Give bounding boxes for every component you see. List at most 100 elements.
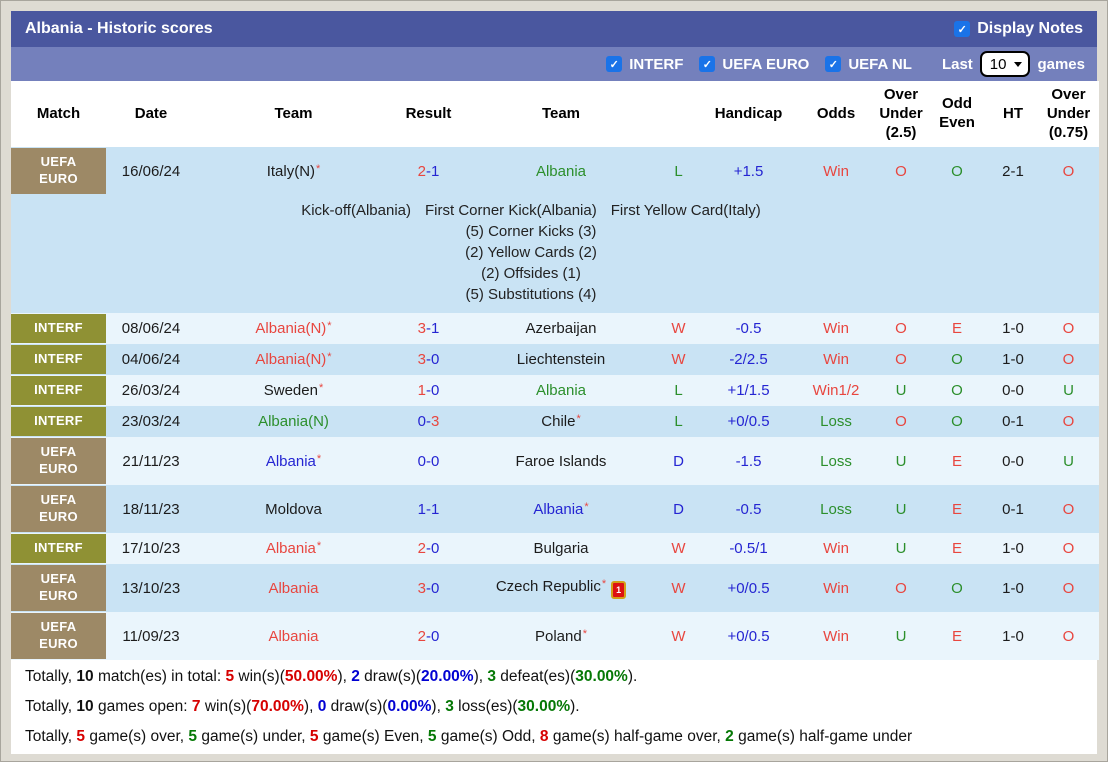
odd-even-cell-value: E [951, 320, 962, 338]
display-notes-checkbox-icon[interactable] [954, 21, 971, 37]
summary-segment: 30.00% [575, 668, 628, 686]
home-advantage-star: * [327, 351, 332, 364]
odd-even-cell: E [926, 612, 988, 660]
league-badge-line: UEFA [40, 571, 77, 587]
interf-checkbox-icon[interactable] [606, 56, 623, 72]
games-label: games [1037, 55, 1085, 73]
result-away-score: 0 [431, 452, 440, 470]
ht-cell: 1-0 [988, 533, 1038, 564]
odds-cell-value: Loss [820, 500, 852, 518]
over-under-25-cell: O [876, 147, 926, 195]
result-cell: 2-0 [391, 612, 466, 660]
summary-segment: ), [431, 698, 446, 716]
result-cell: 3-1 [391, 313, 466, 344]
table-row: INTERF 26/03/24 Sweden* 1-0 Albania L +1/1.5 Wi… [11, 375, 1099, 407]
ht-cell: 1-0 [988, 313, 1038, 344]
league-badge-line: INTERF [34, 351, 83, 367]
summary-segment: loss(es)( [453, 698, 518, 716]
odd-even-cell-value: O [951, 413, 963, 431]
match-badge-cell: UEFA EURO [11, 564, 106, 612]
team-name: Bulgaria [533, 540, 589, 558]
league-badge: INTERF [11, 534, 106, 564]
result-home-score: 0 [417, 452, 426, 470]
summary-segment: ). [627, 668, 638, 686]
match-notes-row: Kick-off(Albania) First Corner Kick(Alban… [11, 195, 1099, 314]
ht-score: 1-0 [1002, 579, 1024, 597]
odds-cell: Loss [796, 437, 876, 485]
odd-even-cell: E [926, 533, 988, 564]
wld-cell: L [656, 147, 701, 195]
table-row: INTERF 08/06/24 Albania(N)* 3-1 Azerbaijan W -… [11, 313, 1099, 345]
result-home-score: 3 [417, 351, 426, 369]
page-title: Albania - Historic scores [25, 20, 213, 37]
team-name: Albania(N) [255, 320, 327, 338]
home-team-cell: Albania* [196, 533, 391, 564]
games-count-select[interactable]: 10 [979, 51, 1031, 77]
result-away-score: 1 [431, 320, 440, 338]
col-header-over-under-25: Over Under (2.5) [879, 86, 923, 141]
league-badge-line: EURO [39, 461, 78, 477]
summary-segment: 5 [427, 728, 437, 746]
match-date: 16/06/24 [121, 162, 181, 180]
uefa-euro-checkbox-icon[interactable] [699, 56, 716, 72]
ht-cell: 2-1 [988, 147, 1038, 195]
date-cell: 16/06/24 [106, 147, 196, 195]
summary-segment: 30.00% [517, 698, 571, 716]
result-home-score: 2 [417, 162, 426, 180]
match-badge-cell: INTERF [11, 375, 106, 406]
summary-segment: ), [337, 668, 352, 686]
uefa-euro-label: UEFA EURO [722, 55, 810, 73]
uefa-nl-checkbox-icon[interactable] [825, 56, 842, 72]
match-date: 08/06/24 [121, 320, 181, 338]
over-under-25-cell: U [876, 375, 926, 406]
odds-cell: Win [796, 612, 876, 660]
summary-segment: 70.00% [251, 698, 304, 716]
handicap-value: +0/0.5 [727, 579, 770, 597]
note-events-line: Kick-off(Albania) First Corner Kick(Alban… [11, 200, 1073, 221]
summary-segment: win(s)( [200, 698, 252, 716]
date-cell: 18/11/23 [106, 485, 196, 533]
team-name: Chile [541, 413, 576, 431]
team-name: Azerbaijan [525, 320, 597, 338]
result-home-score: 0 [417, 413, 426, 431]
result-home-score: 1 [417, 382, 426, 400]
summary-segment: Totally, [25, 668, 77, 686]
wld-cell: L [656, 406, 701, 437]
match-date: 13/10/23 [121, 579, 181, 597]
handicap-value: +0/0.5 [727, 413, 770, 431]
over-under-25-cell-value: O [895, 351, 907, 369]
odd-even-cell: O [926, 147, 988, 195]
odds-cell-value: Win [823, 162, 849, 180]
filter-uefa-euro[interactable]: UEFA EURO [699, 56, 809, 73]
filter-interf[interactable]: INTERF [606, 56, 683, 73]
handicap-value: -2/2.5 [729, 351, 768, 369]
summary-segment: match(es) in total: [93, 668, 226, 686]
handicap-cell: -1.5 [701, 437, 796, 485]
team-name: Albania [535, 382, 587, 400]
result-cell: 3-0 [391, 344, 466, 375]
table-row: UEFA EURO 16/06/24 Italy(N)* 2-1 Albania L +1.5… [11, 147, 1099, 196]
ht-score: 0-0 [1002, 452, 1024, 470]
summary-segment: 5 [225, 668, 235, 686]
wld-cell-value: W [671, 351, 686, 369]
filter-uefa-nl[interactable]: UEFA NL [825, 56, 912, 73]
match-badge-cell: UEFA EURO [11, 485, 106, 533]
league-badge-line: UEFA [40, 444, 77, 460]
ht-cell: 0-0 [988, 375, 1038, 406]
result-home-score: 3 [417, 320, 426, 338]
team-name: Albania [265, 540, 316, 558]
date-cell: 17/10/23 [106, 533, 196, 564]
over-under-25-cell: O [876, 344, 926, 375]
over-under-25-cell-value: O [895, 320, 907, 338]
ht-score: 2-1 [1002, 162, 1024, 180]
display-notes-toggle[interactable]: Display Notes [954, 20, 1083, 38]
wld-cell: W [656, 344, 701, 375]
summary-segment: 2 [351, 668, 360, 686]
ht-cell: 0-0 [988, 437, 1038, 485]
league-badge: UEFA EURO [11, 613, 106, 660]
games-count-value: 10 [989, 55, 1007, 73]
summary-segment: 7 [191, 698, 201, 716]
handicap-cell: +1.5 [701, 147, 796, 195]
over-under-075-cell-value: U [1063, 382, 1074, 400]
away-team-cell: Liechtenstein [466, 344, 656, 375]
